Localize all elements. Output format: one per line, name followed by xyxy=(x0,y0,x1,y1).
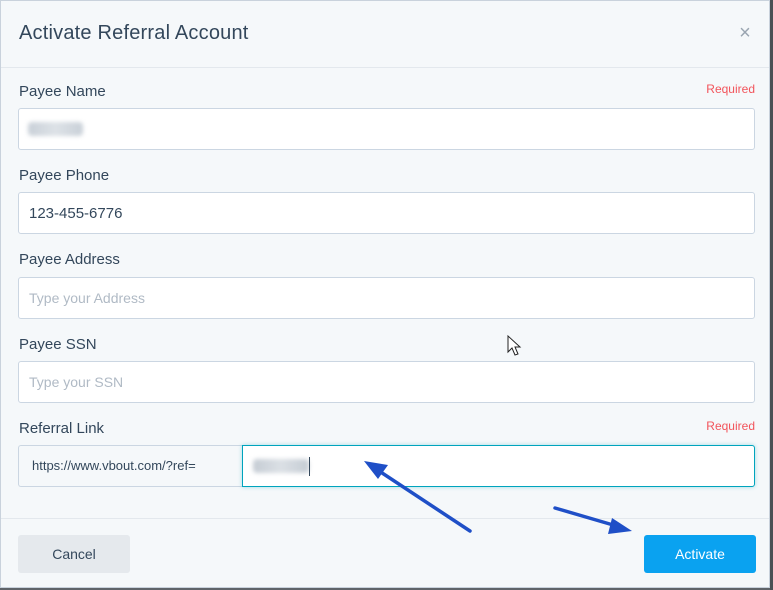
referral-link-label: Referral Link xyxy=(19,420,105,437)
cancel-button[interactable]: Cancel xyxy=(18,535,130,573)
referral-link-prefix: https://www.vbout.com/?ref= xyxy=(18,445,242,487)
modal-title: Activate Referral Account xyxy=(19,22,249,44)
activate-referral-modal: Activate Referral Account × Payee Name R… xyxy=(0,0,770,588)
text-caret xyxy=(309,457,310,476)
payee-name-redacted-value xyxy=(28,122,83,136)
referral-link-input[interactable] xyxy=(242,445,755,487)
payee-name-label: Payee Name xyxy=(19,83,106,100)
activate-button[interactable]: Activate xyxy=(644,535,756,573)
payee-name-input[interactable] xyxy=(18,108,755,150)
referral-link-redacted-value xyxy=(253,459,309,473)
payee-phone-input[interactable] xyxy=(18,192,755,234)
modal-header: Activate Referral Account × xyxy=(1,1,769,68)
payee-name-required-tag: Required xyxy=(706,82,755,96)
payee-ssn-input[interactable] xyxy=(18,361,755,403)
payee-ssn-label: Payee SSN xyxy=(19,336,97,353)
payee-address-input[interactable] xyxy=(18,277,755,319)
payee-address-label: Payee Address xyxy=(19,251,120,268)
payee-phone-label: Payee Phone xyxy=(19,167,110,184)
close-icon[interactable]: × xyxy=(735,23,755,43)
referral-link-required-tag: Required xyxy=(706,419,755,433)
modal-footer: Cancel Activate xyxy=(1,518,769,587)
